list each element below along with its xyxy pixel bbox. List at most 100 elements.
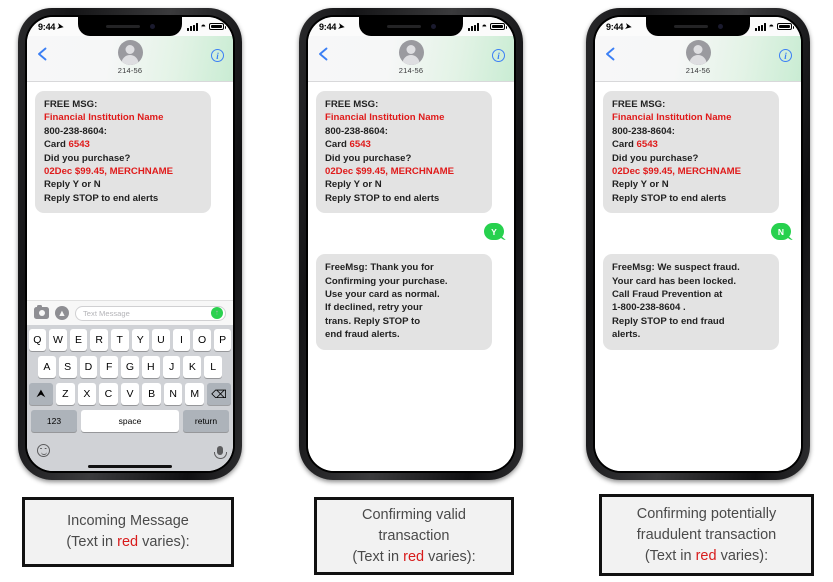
- return-key[interactable]: return: [183, 410, 229, 432]
- key-f[interactable]: F: [100, 356, 119, 378]
- conversation-thread: FREE MSG: Financial Institution Name 800-2…: [595, 82, 801, 411]
- status-time: 9:44: [38, 21, 56, 32]
- key-b[interactable]: B: [142, 383, 161, 405]
- caption-text: Confirming valid transaction (Text in red …: [352, 506, 476, 565]
- key-y[interactable]: Y: [131, 329, 150, 351]
- empty-screen-area: [308, 410, 514, 471]
- key-q[interactable]: Q: [28, 329, 47, 351]
- keyboard-row-3: ⮝ Z X C V B N M ⌫: [28, 383, 232, 405]
- device-notch: [646, 17, 750, 36]
- location-arrow-icon: ➤: [624, 21, 633, 32]
- conversation-header: 214-56 i: [308, 36, 514, 82]
- outgoing-row: Y: [316, 223, 506, 241]
- contact-avatar-icon: [685, 40, 711, 65]
- location-arrow-icon: ➤: [56, 21, 65, 32]
- contact-block[interactable]: 214-56: [27, 40, 233, 75]
- info-circle-icon[interactable]: i: [211, 49, 224, 62]
- keyboard-row-1: Q W E R T Y U I O P: [28, 329, 232, 351]
- contact-block[interactable]: 214-56: [308, 40, 514, 75]
- earpiece-speaker: [673, 25, 708, 28]
- key-l[interactable]: L: [204, 356, 223, 378]
- keyboard-row-2: A S D F G H J K L: [29, 356, 231, 378]
- message-bubble-outgoing: Y: [484, 223, 504, 241]
- space-key[interactable]: space: [81, 410, 179, 432]
- phone-fraud: 9:44 ➤ ◓ 214-56 i FREE MSG: Financial In…: [586, 8, 810, 480]
- emoji-face-icon[interactable]: [37, 443, 50, 457]
- outgoing-row: N: [603, 223, 793, 241]
- key-u[interactable]: U: [152, 329, 170, 351]
- message-bubble-incoming: FREE MSG: Financial Institution Name 800-2…: [603, 91, 779, 214]
- device-notch: [78, 17, 182, 36]
- key-x[interactable]: X: [77, 383, 97, 405]
- contact-name: 214-56: [398, 66, 424, 75]
- status-left: 9:44 ➤: [319, 22, 345, 32]
- key-r[interactable]: R: [90, 329, 108, 351]
- earpiece-speaker: [386, 25, 421, 28]
- phone-screen: 9:44 ➤ ◓ 214-56 i FREE MSG: Financial In…: [27, 17, 233, 471]
- key-n[interactable]: N: [163, 383, 183, 405]
- device-notch: [359, 17, 463, 36]
- home-indicator: [27, 461, 233, 471]
- key-z[interactable]: Z: [55, 383, 75, 405]
- backspace-icon[interactable]: ⌫: [207, 383, 232, 405]
- phone-screen: 9:44 ➤ ◓ 214-56 i FREE MSG: Financial In…: [595, 17, 801, 471]
- send-arrow-icon[interactable]: ↑: [211, 307, 223, 319]
- key-i[interactable]: I: [172, 329, 191, 351]
- status-right: ◓: [186, 21, 226, 31]
- key-h[interactable]: H: [141, 356, 160, 378]
- key-j[interactable]: J: [162, 356, 181, 378]
- caption-valid: Confirming valid transaction (Text in red …: [314, 497, 514, 575]
- conversation-header: 214-56 i: [595, 36, 801, 82]
- contact-name: 214-56: [685, 66, 711, 75]
- location-arrow-icon: ➤: [337, 21, 346, 32]
- key-w[interactable]: W: [49, 329, 67, 351]
- key-v[interactable]: V: [120, 383, 140, 405]
- phone-screen: 9:44 ➤ ◓ 214-56 i FREE MSG: Financial In…: [308, 17, 514, 471]
- phone-valid: 9:44 ➤ ◓ 214-56 i FREE MSG: Financial In…: [299, 8, 523, 480]
- info-circle-icon[interactable]: i: [492, 49, 505, 62]
- search-input[interactable]: Text Message ↑: [75, 305, 226, 321]
- key-c[interactable]: C: [99, 383, 118, 405]
- numbers-key[interactable]: 123: [31, 410, 77, 432]
- front-camera-icon: [717, 24, 723, 29]
- wifi-icon: ◓: [200, 21, 206, 31]
- earpiece-speaker: [105, 25, 140, 28]
- shift-arrow-icon[interactable]: ⮝: [28, 383, 53, 405]
- contact-block[interactable]: 214-56: [595, 40, 801, 75]
- message-bubble-outgoing: N: [770, 223, 791, 241]
- front-camera-icon: [430, 24, 436, 29]
- key-a[interactable]: A: [37, 356, 56, 378]
- key-s[interactable]: S: [58, 356, 77, 378]
- info-circle-icon[interactable]: i: [779, 49, 792, 62]
- phone-bezel: 9:44 ➤ ◓ 214-56 i FREE MSG: Financial In…: [25, 15, 235, 473]
- cellular-bars-icon: [467, 22, 479, 31]
- empty-screen-area: [595, 410, 801, 471]
- message-bubble-incoming: FREE MSG: Financial Institution Name 800-2…: [35, 91, 211, 214]
- key-e[interactable]: E: [69, 329, 88, 351]
- front-camera-icon: [149, 24, 155, 29]
- contact-avatar-icon: [117, 40, 143, 65]
- contact-avatar-icon: [398, 40, 424, 65]
- caption-text: Confirming potentially fraudulent transac…: [636, 505, 777, 564]
- keyboard-bottom-bar: [29, 437, 231, 461]
- key-g[interactable]: G: [121, 356, 139, 378]
- key-m[interactable]: M: [185, 383, 205, 405]
- key-t[interactable]: T: [110, 329, 129, 351]
- message-bubble-reply: FreeMsg: Thank you for Confirming your pu…: [316, 254, 492, 350]
- app-store-icon[interactable]: ▲: [55, 306, 69, 320]
- phone-bezel: 9:44 ➤ ◓ 214-56 i FREE MSG: Financial In…: [593, 15, 803, 473]
- microphone-icon[interactable]: [214, 445, 228, 459]
- status-right: ◓: [754, 22, 794, 31]
- status-right: ◓: [467, 22, 507, 31]
- caption-fraud: Confirming potentially fraudulent transac…: [599, 494, 814, 576]
- camera-icon[interactable]: [34, 305, 49, 319]
- status-left: 9:44 ➤: [38, 22, 64, 32]
- conversation-header: 214-56 i: [27, 36, 233, 82]
- key-k[interactable]: K: [183, 356, 202, 378]
- key-o[interactable]: O: [193, 329, 211, 351]
- key-p[interactable]: P: [213, 329, 232, 351]
- key-d[interactable]: D: [79, 356, 98, 378]
- onscreen-keyboard: Q W E R T Y U I O P A S D F G H J K L ⮝ …: [27, 325, 233, 461]
- cellular-bars-icon: [754, 22, 766, 31]
- text-message-placeholder: Text Message: [83, 308, 130, 318]
